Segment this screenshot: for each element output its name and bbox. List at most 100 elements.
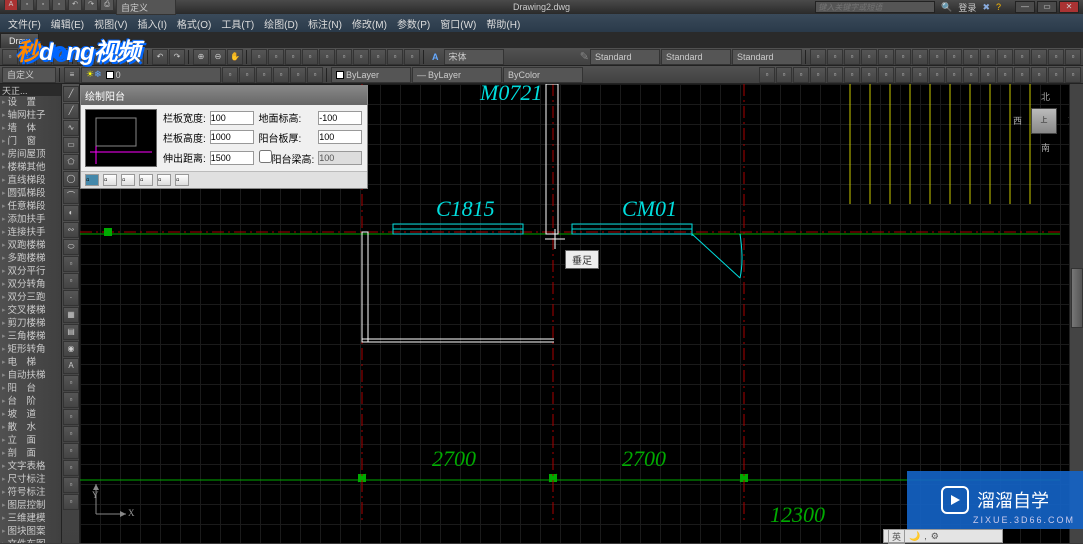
tb2-r[interactable]: ▫ (1031, 67, 1047, 83)
tb2-r[interactable]: ▫ (861, 67, 877, 83)
linetype-dropdown[interactable]: —ByLayer (412, 67, 502, 83)
input-width[interactable] (210, 111, 254, 125)
tb1-btn[interactable]: ▫ (302, 49, 318, 65)
tb1-r[interactable]: ▫ (844, 49, 860, 65)
sidebar-item[interactable]: ▸双跑楼梯 (0, 239, 61, 252)
app-menu-button[interactable]: A (4, 0, 18, 11)
tb1-r[interactable]: ▫ (895, 49, 911, 65)
tb1-btn[interactable]: ▫ (251, 49, 267, 65)
vtool[interactable]: ▫ (63, 409, 79, 425)
textstyle-dropdown[interactable]: Standard (590, 49, 660, 65)
vtool[interactable]: ∿ (63, 120, 79, 136)
vtool[interactable]: ▫ (63, 494, 79, 510)
tb1-r[interactable]: ▫ (1031, 49, 1047, 65)
sidebar-item[interactable]: ▸电 梯 (0, 356, 61, 369)
dlg-mode-5[interactable]: ▫ (157, 174, 171, 186)
sidebar-item[interactable]: ▸图层控制 (0, 499, 61, 512)
menu-edit[interactable]: 编辑(E) (47, 16, 88, 31)
tb1-btn[interactable]: ▫ (319, 49, 335, 65)
tb2-r[interactable]: ▫ (810, 67, 826, 83)
sidebar-item[interactable]: ▸剪刀楼梯 (0, 317, 61, 330)
qat-save[interactable]: ▫ (52, 0, 66, 11)
tb1-r[interactable]: ▫ (946, 49, 962, 65)
menu-view[interactable]: 视图(V) (90, 16, 131, 31)
input-thick[interactable] (318, 130, 362, 144)
tb2-r[interactable]: ▫ (980, 67, 996, 83)
tb2-btn[interactable]: ▫ (273, 67, 289, 83)
tb1-r[interactable]: ▫ (997, 49, 1013, 65)
vtool[interactable]: ◐ (63, 205, 79, 221)
vtool[interactable]: ∾ (63, 222, 79, 238)
vtool[interactable]: ▫ (63, 392, 79, 408)
sidebar-item[interactable]: ▸散 水 (0, 421, 61, 434)
menu-modify[interactable]: 修改(M) (348, 16, 391, 31)
sidebar-item[interactable]: ▸多跑楼梯 (0, 252, 61, 265)
tb2-btn[interactable]: ▫ (239, 67, 255, 83)
dlg-mode-6[interactable]: ▫ (175, 174, 189, 186)
vtool[interactable]: ▫ (63, 426, 79, 442)
qat-redo[interactable]: ↷ (84, 0, 98, 11)
navcube-north[interactable]: 北 (1041, 90, 1050, 103)
workspace-dropdown[interactable]: 自定义 (116, 0, 176, 15)
tb1-r[interactable]: ▫ (810, 49, 826, 65)
qat-undo[interactable]: ↶ (68, 0, 82, 11)
sidebar-item[interactable]: ▸轴网柱子 (0, 109, 61, 122)
sidebar-item[interactable]: ▸直线梯段 (0, 174, 61, 187)
menu-draw[interactable]: 绘图(D) (260, 16, 302, 31)
vtool[interactable]: ▫ (63, 443, 79, 459)
tb1-btn[interactable]: ▫ (268, 49, 284, 65)
qat-print[interactable]: ⎙ (100, 0, 114, 11)
window-restore[interactable]: ▭ (1037, 1, 1057, 13)
vtool[interactable]: ⬭ (63, 239, 79, 255)
tb2-r[interactable]: ▫ (895, 67, 911, 83)
sidebar-item[interactable]: ▸三角楼梯 (0, 330, 61, 343)
vtool[interactable]: ▫ (63, 375, 79, 391)
tb1-r[interactable]: ▫ (963, 49, 979, 65)
sidebar-item[interactable]: ▸坡 道 (0, 408, 61, 421)
tb2-r[interactable]: ▫ (929, 67, 945, 83)
sidebar-item[interactable]: ▸阳 台 (0, 382, 61, 395)
ime-gear-icon[interactable]: ⚙ (931, 531, 939, 542)
vtool[interactable]: ▤ (63, 324, 79, 340)
tb1-btn[interactable]: ▫ (353, 49, 369, 65)
dlg-mode-4[interactable]: ▫ (139, 174, 153, 186)
dlg-mode-2[interactable]: ▫ (103, 174, 117, 186)
tb1-r[interactable]: ▫ (861, 49, 877, 65)
tb2-r[interactable]: ▫ (1065, 67, 1081, 83)
navcube-top[interactable]: 上 (1031, 108, 1057, 134)
search-icon[interactable]: 🔍 (941, 2, 952, 13)
layer-state-dropdown[interactable]: ☀❄ 0 (81, 67, 221, 83)
sidebar-item[interactable]: ▸连接扶手 (0, 226, 61, 239)
tb1-btn[interactable]: ▫ (370, 49, 386, 65)
sidebar-item[interactable]: ▸任意梯段 (0, 200, 61, 213)
sidebar-item[interactable]: ▸尺寸标注 (0, 473, 61, 486)
vtool[interactable]: ▫ (63, 477, 79, 493)
tb1-btn[interactable]: ⊖ (210, 49, 226, 65)
window-minimize[interactable]: — (1015, 1, 1035, 13)
menu-window[interactable]: 窗口(W) (436, 16, 480, 31)
tb2-r[interactable]: ▫ (827, 67, 843, 83)
sidebar-item[interactable]: ▸门 窗 (0, 135, 61, 148)
sidebar-item[interactable]: ▸添加扶手 (0, 213, 61, 226)
sidebar-item[interactable]: ▸立 面 (0, 434, 61, 447)
tb2-r[interactable]: ▫ (759, 67, 775, 83)
sidebar-item[interactable]: ▸文件布图 (0, 538, 61, 543)
layer-dropdown[interactable]: 自定义 (2, 67, 56, 83)
qat-new[interactable]: ▫ (20, 0, 34, 11)
vtool[interactable]: ⌒ (63, 188, 79, 204)
tb2-btn[interactable]: ▫ (222, 67, 238, 83)
tb1-btn[interactable]: ▫ (285, 49, 301, 65)
vtool[interactable]: A (63, 358, 79, 374)
tb2-r[interactable]: ▫ (946, 67, 962, 83)
sidebar-item[interactable]: ▸交叉楼梯 (0, 304, 61, 317)
tb1-btn[interactable]: ↷ (169, 49, 185, 65)
sidebar-item[interactable]: ▸剖 面 (0, 447, 61, 460)
tb1-btn[interactable]: ✋ (227, 49, 243, 65)
sidebar-item[interactable]: ▸自动扶梯 (0, 369, 61, 382)
sidebar-item[interactable]: ▸图块图案 (0, 525, 61, 538)
sidebar-item[interactable]: ▸双分转角 (0, 278, 61, 291)
dlg-mode-1[interactable]: ▫ (85, 174, 99, 186)
tb1-r[interactable]: ▫ (1014, 49, 1030, 65)
qat-open[interactable]: ▫ (36, 0, 50, 11)
vtool[interactable]: ◉ (63, 341, 79, 357)
